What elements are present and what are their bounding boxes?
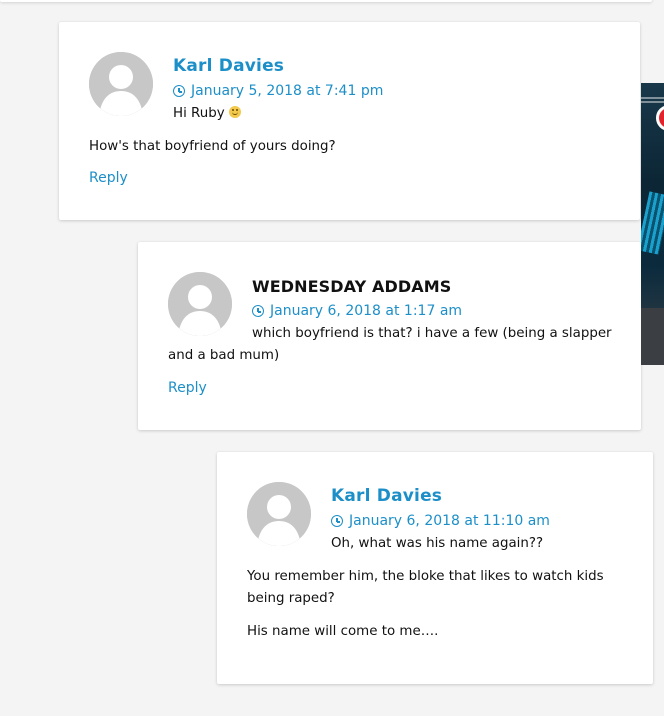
comment-date: January 6, 2018 at 1:17 am — [270, 303, 463, 319]
record-icon — [656, 105, 664, 131]
clock-icon — [173, 85, 185, 97]
comments-page: Karl Davies January 5, 2018 at 7:41 pm H… — [0, 0, 664, 716]
comment-text-paragraph: How's that boyfriend of yours doing? — [89, 139, 336, 154]
reply-link[interactable]: Reply — [168, 380, 207, 396]
default-user-avatar-icon — [89, 52, 153, 116]
comment-author-link[interactable]: Karl Davies — [173, 56, 284, 76]
comment-date: January 5, 2018 at 7:41 pm — [191, 83, 384, 99]
comment-card-karl-davies-2: Karl Davies January 6, 2018 at 11:10 am … — [217, 452, 653, 684]
comment-text-paragraph: His name will come to me…. — [247, 624, 439, 639]
comment-text-paragraph: which boyfriend is that? i have a few (b… — [168, 326, 612, 363]
reply-link[interactable]: Reply — [89, 170, 128, 186]
comment-date: January 6, 2018 at 11:10 am — [349, 513, 550, 529]
default-user-avatar-icon — [247, 482, 311, 546]
comment-author-name: WEDNESDAY ADDAMS — [252, 277, 452, 296]
comment-text-paragraph: You remember him, the bloke that likes t… — [247, 569, 604, 606]
comment-date-link[interactable]: January 6, 2018 at 1:17 am — [252, 303, 462, 319]
video-control-strip — [641, 308, 664, 365]
comment-date-link[interactable]: January 6, 2018 at 11:10 am — [331, 513, 550, 529]
avatar — [89, 52, 153, 116]
comment-text-paragraph: Oh, what was his name again?? — [331, 536, 544, 551]
avatar — [247, 482, 311, 546]
comment-author-link[interactable]: Karl Davies — [331, 486, 442, 506]
neon-sign-graphic — [641, 191, 664, 255]
clock-icon — [331, 515, 343, 527]
previous-comment-card — [0, 0, 652, 2]
clock-icon — [252, 305, 264, 317]
comment-card-wednesday-addams: WEDNESDAY ADDAMS January 6, 2018 at 1:17… — [138, 242, 641, 430]
comment-greeting: Hi Ruby — [173, 106, 225, 121]
side-video-thumbnail[interactable] — [641, 83, 664, 365]
comment-text-line: Hi Ruby — [173, 103, 603, 125]
comment-date-link[interactable]: January 5, 2018 at 7:41 pm — [173, 83, 383, 99]
slightly-smiling-face-icon — [228, 106, 241, 118]
comment-card-karl-davies-1: Karl Davies January 5, 2018 at 7:41 pm H… — [59, 22, 640, 220]
